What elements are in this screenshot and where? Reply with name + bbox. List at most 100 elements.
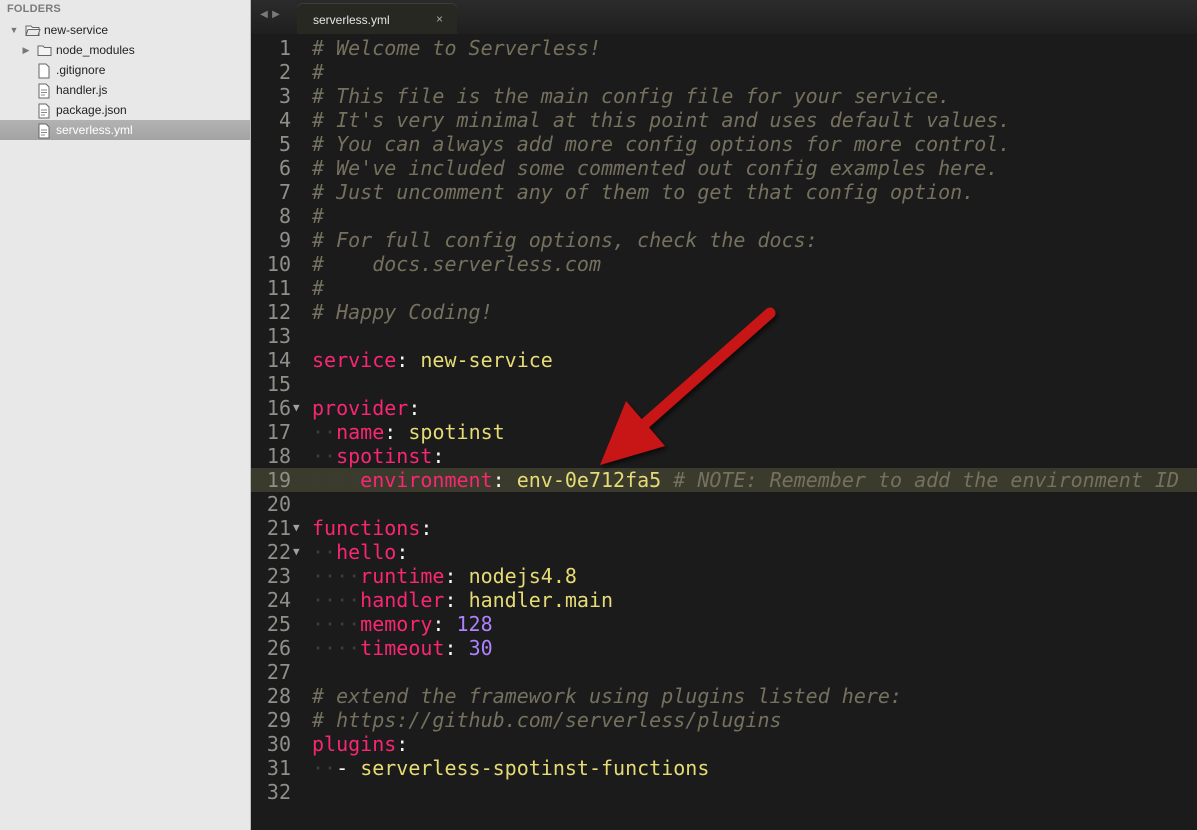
tree-item-gitignore[interactable]: .gitignore <box>0 60 250 80</box>
token: memory <box>360 612 433 636</box>
arrow-left-icon[interactable]: ◀ <box>258 9 270 20</box>
line-number: 1 <box>278 36 291 60</box>
code-line[interactable]: 18 ··spotinst: <box>251 444 1197 468</box>
line-number: 10 <box>266 252 291 276</box>
code-text: # Welcome to Serverless! <box>312 36 601 60</box>
line-number: 22 <box>266 540 291 564</box>
code-text: # docs.serverless.com <box>312 252 601 276</box>
code-line[interactable]: 26 ····timeout: 30 <box>251 636 1197 660</box>
code-text: ··name: spotinst <box>312 420 505 444</box>
code-line[interactable]: 15 <box>251 372 1197 396</box>
token: ···· <box>312 564 361 588</box>
code-text: ··- serverless-spotinst-functions <box>312 756 709 780</box>
line-number: 16 <box>266 396 291 420</box>
code-line[interactable]: 6 # We've included some commented out con… <box>251 156 1197 180</box>
code-line[interactable]: 23 ····runtime: nodejs4.8 <box>251 564 1197 588</box>
code-line[interactable]: 16 ▼ provider: <box>251 396 1197 420</box>
token: ·· <box>312 420 337 444</box>
token: : <box>396 732 409 756</box>
code-text: # This file is the main config file for … <box>312 84 950 108</box>
token: # Welcome to Serverless! <box>312 36 601 60</box>
token: runtime <box>360 564 445 588</box>
code-text: # <box>312 60 324 84</box>
code-text: # extend the framework using plugins lis… <box>312 684 902 708</box>
token: : <box>408 396 421 420</box>
code-line[interactable]: 9 # For full config options, check the do… <box>251 228 1197 252</box>
token: # <box>312 276 325 300</box>
chevron-right-icon[interactable]: ▶ <box>21 40 31 60</box>
token: handler <box>360 588 445 612</box>
code-line[interactable]: 12 # Happy Coding! <box>251 300 1197 324</box>
chevron-down-icon[interactable]: ▼ <box>9 20 19 40</box>
code-text: # We've included some commented out conf… <box>312 156 998 180</box>
token: : <box>492 468 517 492</box>
tree-item-label: node_modules <box>56 43 135 57</box>
tab-serverless-yml[interactable]: serverless.yml × <box>297 4 457 35</box>
line-number: 29 <box>266 708 291 732</box>
token: # You can always add more config options… <box>312 132 1011 156</box>
code-line[interactable]: 1 # Welcome to Serverless! <box>251 36 1197 60</box>
code-text: # For full config options, check the doc… <box>312 228 818 252</box>
token: # https://github.com/serverless/plugins <box>312 708 782 732</box>
code-line[interactable]: 24 ····handler: handler.main <box>251 588 1197 612</box>
code-line[interactable]: 20 <box>251 492 1197 516</box>
code-line[interactable]: 19 ····environment: env-0e712fa5 # NOTE: … <box>251 468 1197 492</box>
code-line[interactable]: 8 # <box>251 204 1197 228</box>
folders-header: FOLDERS <box>7 3 61 15</box>
code-editor[interactable]: 1 # Welcome to Serverless! 2 #3 # This file … <box>251 34 1197 830</box>
tab-navigation: ◀ ▶ <box>258 9 288 25</box>
close-icon[interactable]: × <box>436 12 443 26</box>
code-line[interactable]: 21 ▼ functions: <box>251 516 1197 540</box>
token: # Happy Coding! <box>312 300 493 324</box>
tree-item-label: serverless.yml <box>56 123 133 137</box>
code-line[interactable]: 31 ··- serverless-spotinst-functions <box>251 756 1197 780</box>
token: spotinst <box>336 444 433 468</box>
code-line[interactable]: 10 # docs.serverless.com <box>251 252 1197 276</box>
code-line[interactable]: 13 <box>251 324 1197 348</box>
code-line[interactable]: 29 # https://github.com/serverless/plugin… <box>251 708 1197 732</box>
fold-arrow-icon[interactable]: ▼ <box>293 540 300 564</box>
code-line[interactable]: 27 <box>251 660 1197 684</box>
file-icon <box>37 120 51 146</box>
fold-arrow-icon[interactable]: ▼ <box>293 396 300 420</box>
line-number: 18 <box>266 444 291 468</box>
line-number: 21 <box>266 516 291 540</box>
code-line[interactable]: 7 # Just uncomment any of them to get tha… <box>251 180 1197 204</box>
code-line[interactable]: 3 # This file is the main config file for… <box>251 84 1197 108</box>
code-line[interactable]: 17 ··name: spotinst <box>251 420 1197 444</box>
code-line[interactable]: 11 # <box>251 276 1197 300</box>
fold-arrow-icon[interactable]: ▼ <box>293 516 300 540</box>
line-number: 24 <box>266 588 291 612</box>
tree-item-serverless-yml[interactable]: serverless.yml <box>0 120 250 140</box>
code-line[interactable]: 4 # It's very minimal at this point and u… <box>251 108 1197 132</box>
arrow-right-icon[interactable]: ▶ <box>270 9 282 20</box>
token: service <box>312 348 397 372</box>
code-line[interactable]: 25 ····memory: 128 <box>251 612 1197 636</box>
code-line[interactable]: 32 <box>251 780 1197 804</box>
code-text: ··spotinst: <box>312 444 444 468</box>
tree-item-package-json[interactable]: package.json <box>0 100 250 120</box>
line-number: 20 <box>266 492 291 516</box>
tree-item-node-modules[interactable]: ▶ node_modules <box>0 40 250 60</box>
token: # docs.serverless.com <box>312 252 601 276</box>
code-line[interactable]: 22 ▼ ··hello: <box>251 540 1197 564</box>
code-line[interactable]: 14 service: new-service <box>251 348 1197 372</box>
token: ·· <box>312 756 337 780</box>
tree-item-handler-js[interactable]: handler.js <box>0 80 250 100</box>
token: - <box>336 756 361 780</box>
token: spotinst <box>408 420 505 444</box>
line-number: 4 <box>278 108 291 132</box>
code-line[interactable]: 5 # You can always add more config option… <box>251 132 1197 156</box>
code-line[interactable]: 28 # extend the framework using plugins l… <box>251 684 1197 708</box>
tree-item-new-service[interactable]: ▼ new-service <box>0 20 250 40</box>
token: plugins <box>312 732 397 756</box>
token: hello <box>336 540 397 564</box>
code-text: plugins: <box>312 732 408 756</box>
code-text: ····runtime: nodejs4.8 <box>312 564 577 588</box>
line-number: 31 <box>266 756 291 780</box>
line-number: 17 <box>266 420 291 444</box>
code-text: ··hello: <box>312 540 408 564</box>
token: # <box>312 60 325 84</box>
code-line[interactable]: 30 plugins: <box>251 732 1197 756</box>
code-line[interactable]: 2 # <box>251 60 1197 84</box>
